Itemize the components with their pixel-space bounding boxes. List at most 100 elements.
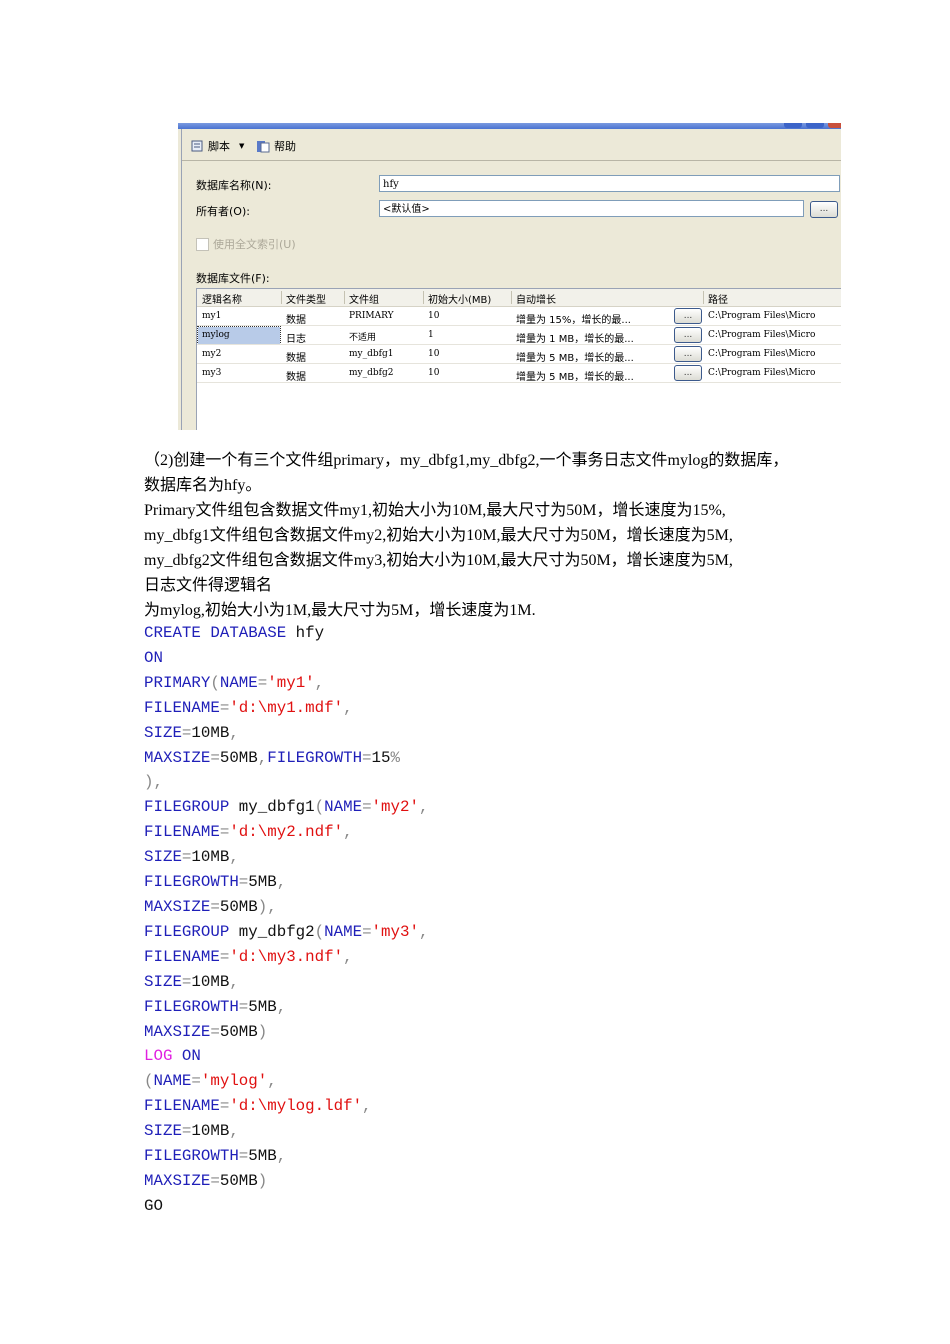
code-token: 'my3' [371, 922, 419, 941]
code-token: FILEGROWTH [144, 997, 239, 1016]
code-line: FILEGROWTH=5MB, [144, 1144, 428, 1169]
code-token: = [210, 1022, 220, 1041]
code-token: NAME [153, 1072, 192, 1091]
grid-header: 逻辑名称 文件类型 文件组 初始大小(MB) 自动增长 路径 [197, 289, 841, 307]
code-token: , [343, 947, 353, 966]
paragraph-line: my_dbfg2文件组包含数据文件my3,初始大小为10M,最大尺寸为50M，增… [144, 552, 733, 569]
code-token: MAXSIZE [144, 1171, 211, 1190]
col-filegroup[interactable]: 文件组 [349, 291, 379, 306]
code-line: FILEGROWTH=5MB, [144, 995, 428, 1020]
code-token: 5MB [248, 1147, 277, 1166]
code-token: my_dbfg2 [229, 922, 315, 941]
cell-type: 数据 [286, 353, 306, 364]
paragraph-line: 日志文件得逻辑名 [144, 577, 273, 594]
script-button[interactable]: 脚本 ▼ [190, 138, 244, 154]
grid-row[interactable]: my2 数据 my_dbfg1 10 增量为 5 MB，增长的最...... C:\Pro… [197, 345, 841, 364]
fulltext-label: 使用全文索引(U) [213, 238, 296, 251]
cell-growth: 增量为 5 MB，增长的最... [516, 372, 634, 383]
code-token: , [257, 748, 268, 767]
code-token: , [418, 798, 429, 817]
close-button[interactable] [828, 123, 841, 128]
code-line: FILENAME='d:\mylog.ldf', [144, 1094, 428, 1119]
code-token: , [229, 848, 239, 867]
code-line: SIZE=10MB, [144, 721, 428, 746]
window-border [181, 129, 182, 430]
owner-input[interactable]: <默认值> [379, 200, 804, 217]
code-token: MAXSIZE [144, 748, 211, 767]
owner-browse-button[interactable]: ... [810, 201, 838, 218]
code-token: 50MB [219, 1171, 258, 1190]
code-token: 50MB [219, 1022, 258, 1041]
code-token: = [210, 748, 220, 767]
code-token: 50MB [219, 748, 258, 767]
code-token: = [219, 1097, 230, 1116]
fulltext-checkbox[interactable] [196, 238, 209, 251]
code-token: , [267, 1072, 277, 1091]
code-token: 'd:\my2.ndf' [229, 823, 344, 842]
code-line: SIZE=10MB, [144, 1119, 428, 1144]
code-token: 5MB [248, 873, 277, 892]
db-files-label: 数据库文件(F): [196, 272, 270, 285]
code-token: NAME [324, 922, 363, 941]
code-token: ( [314, 798, 325, 817]
code-line: MAXSIZE=50MB), [144, 895, 428, 920]
code-token: 'my2' [371, 798, 419, 817]
code-token: ) [257, 1022, 268, 1041]
code-token: = [181, 972, 192, 991]
code-line: FILEGROUP my_dbfg1(NAME='my2', [144, 795, 428, 820]
db-name-input[interactable]: hfy [379, 175, 840, 192]
code-token: NAME [219, 673, 258, 692]
minimize-button[interactable] [784, 123, 802, 128]
code-token: , [229, 1122, 239, 1141]
code-token: , [276, 1147, 287, 1166]
code-token: FILEGROUP [144, 922, 230, 941]
help-icon [257, 140, 270, 152]
cell-group: my_dbfg2 [349, 368, 394, 378]
autogrowth-browse-button[interactable]: ... [674, 346, 702, 362]
code-token: 50MB [219, 897, 258, 916]
col-file-type[interactable]: 文件类型 [286, 291, 326, 306]
code-line: FILENAME='d:\my3.ndf', [144, 945, 428, 970]
cell-path: C:\Program Files\Micro [708, 349, 816, 359]
help-label: 帮助 [274, 140, 296, 153]
code-line: FILENAME='d:\my1.mdf', [144, 696, 428, 721]
code-token: 'mylog' [200, 1072, 268, 1091]
cell-type: 数据 [286, 372, 306, 383]
col-path[interactable]: 路径 [708, 291, 728, 306]
code-token: ), [257, 897, 277, 916]
code-token: FILENAME [144, 698, 220, 717]
autogrowth-browse-button[interactable]: ... [674, 327, 702, 343]
code-token: = [362, 922, 372, 941]
code-token: FILEGROWTH [267, 748, 363, 767]
chevron-down-icon[interactable]: ▼ [239, 142, 244, 150]
code-line: PRIMARY(NAME='my1', [144, 671, 428, 696]
autogrowth-browse-button[interactable]: ... [674, 365, 702, 381]
code-token: , [418, 922, 429, 941]
cell-type: 日志 [286, 334, 306, 345]
code-token: SIZE [144, 1122, 182, 1141]
code-token: 'd:\my3.ndf' [229, 947, 344, 966]
col-autogrowth[interactable]: 自动增长 [516, 291, 556, 306]
code-token: MAXSIZE [144, 897, 211, 916]
cell-name: mylog [202, 330, 230, 340]
maximize-button[interactable] [806, 123, 824, 128]
grid-row[interactable]: my1 数据 PRIMARY 10 增量为 15%，增长的最...... C:\Progr… [197, 307, 841, 326]
grid-row[interactable]: mylog 日志 不适用 1 增量为 1 MB，增长的最...... C:\Program… [197, 326, 841, 345]
grid-row[interactable]: my3 数据 my_dbfg2 10 增量为 5 MB，增长的最...... C:\Pro… [197, 364, 841, 383]
code-line: ), [144, 770, 428, 795]
code-token: 15 [371, 748, 391, 767]
code-token: = [362, 798, 372, 817]
code-token: = [210, 1171, 220, 1190]
code-token: SIZE [144, 848, 182, 867]
code-token: GO [144, 1196, 163, 1215]
autogrowth-browse-button[interactable]: ... [674, 308, 702, 324]
help-button[interactable]: 帮助 [256, 138, 296, 154]
col-initial-size[interactable]: 初始大小(MB) [428, 291, 491, 306]
code-line: MAXSIZE=50MB,FILEGROWTH=15% [144, 746, 428, 771]
code-token: FILEGROWTH [144, 873, 239, 892]
cell-path: C:\Program Files\Micro [708, 311, 816, 321]
col-logical-name[interactable]: 逻辑名称 [202, 291, 242, 306]
paragraph-line: （2)创建一个有三个文件组primary，my_dbfg1,my_dbfg2,一… [144, 452, 789, 469]
cell-size: 10 [428, 349, 440, 359]
cell-name: my2 [202, 349, 222, 359]
